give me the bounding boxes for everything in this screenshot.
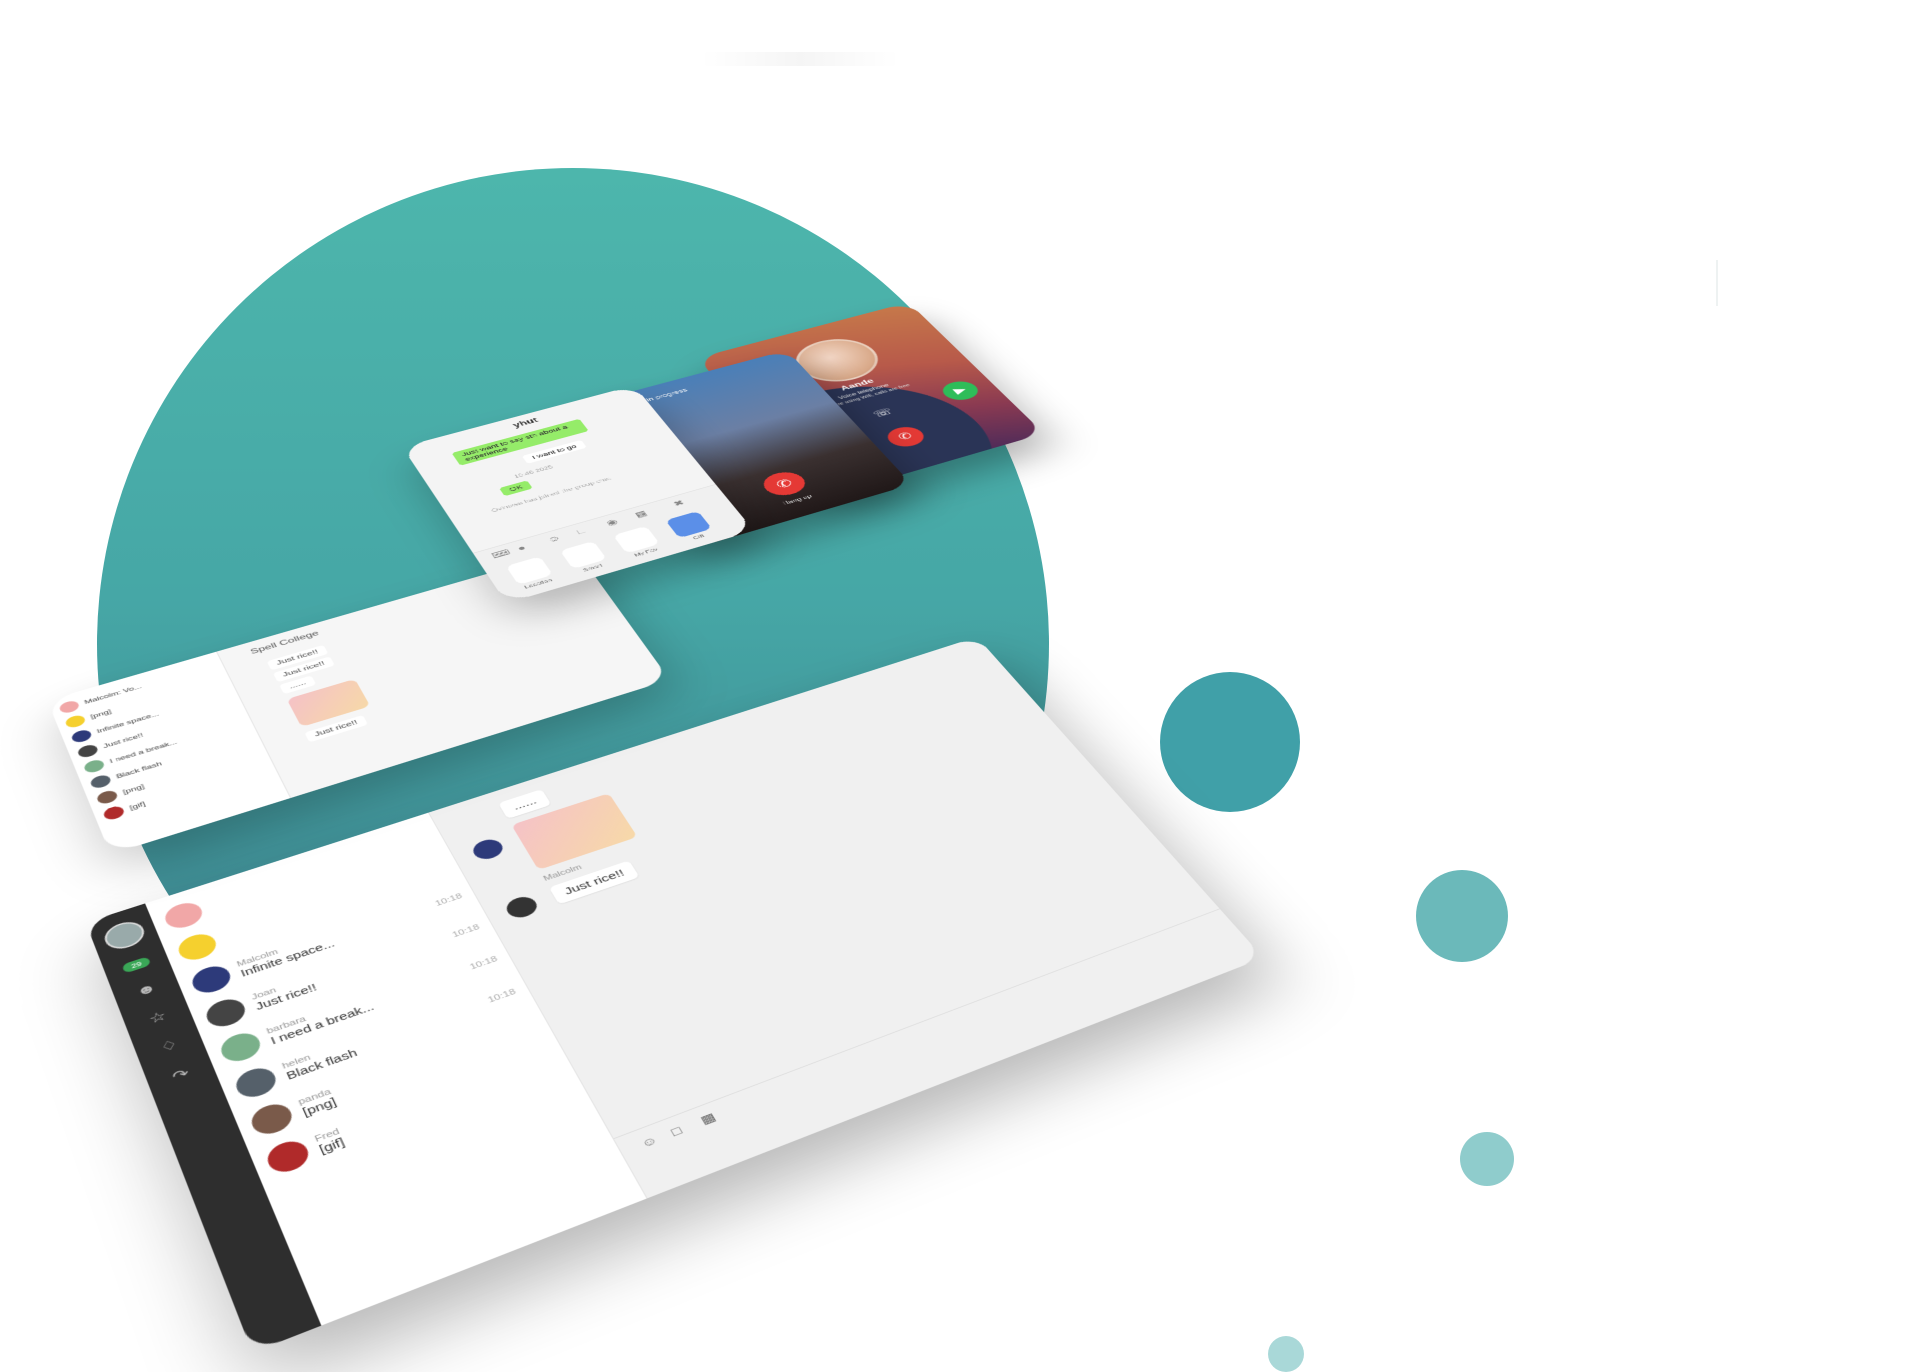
emoji-icon[interactable]: ☺ [545, 533, 562, 544]
avatar [263, 1136, 314, 1177]
camera-icon[interactable]: ◉ [604, 517, 620, 527]
hangup-button[interactable]: ✆ [757, 468, 812, 500]
folder-icon[interactable]: □ [669, 1124, 684, 1139]
hangup-label: Hang up [781, 493, 814, 507]
avatar [247, 1099, 297, 1139]
message-bubble: Just rice!! [548, 860, 640, 905]
screenshot-icon[interactable]: ▩ [698, 1110, 718, 1127]
message-bubble: OK [499, 480, 533, 497]
avatar [502, 893, 541, 921]
bell-icon[interactable]: ♢ [158, 1036, 180, 1056]
keyboard-icon[interactable]: ⌨ [490, 548, 513, 560]
mic-icon[interactable]: ● [516, 543, 528, 553]
chat-badge[interactable]: 29 [121, 956, 152, 974]
phone-screens: Aande Voice telephone You're using Wifi,… [402, 302, 1044, 604]
share-icon[interactable]: ↷ [170, 1065, 192, 1085]
star-icon[interactable]: ☆ [147, 1008, 169, 1027]
contacts-icon[interactable]: ☻ [134, 980, 159, 1000]
system-message: 10:46 2025 [512, 464, 555, 480]
avatar [231, 1063, 281, 1102]
folder-icon[interactable]: □ [575, 526, 587, 535]
video-button[interactable]: ▶ [936, 378, 984, 404]
avatar [469, 836, 507, 863]
emoji-icon[interactable]: ☺ [638, 1133, 659, 1150]
image-icon[interactable]: ▩ [633, 509, 649, 519]
composer-divider [613, 908, 1221, 1140]
device-mockup-scene: 29 ☻ ☆ ♢ ↷ Malcolm Infinite space... 10:… [0, 0, 1920, 1370]
message-bubble: Just rice!! [304, 715, 368, 743]
user-avatar[interactable] [100, 917, 149, 954]
